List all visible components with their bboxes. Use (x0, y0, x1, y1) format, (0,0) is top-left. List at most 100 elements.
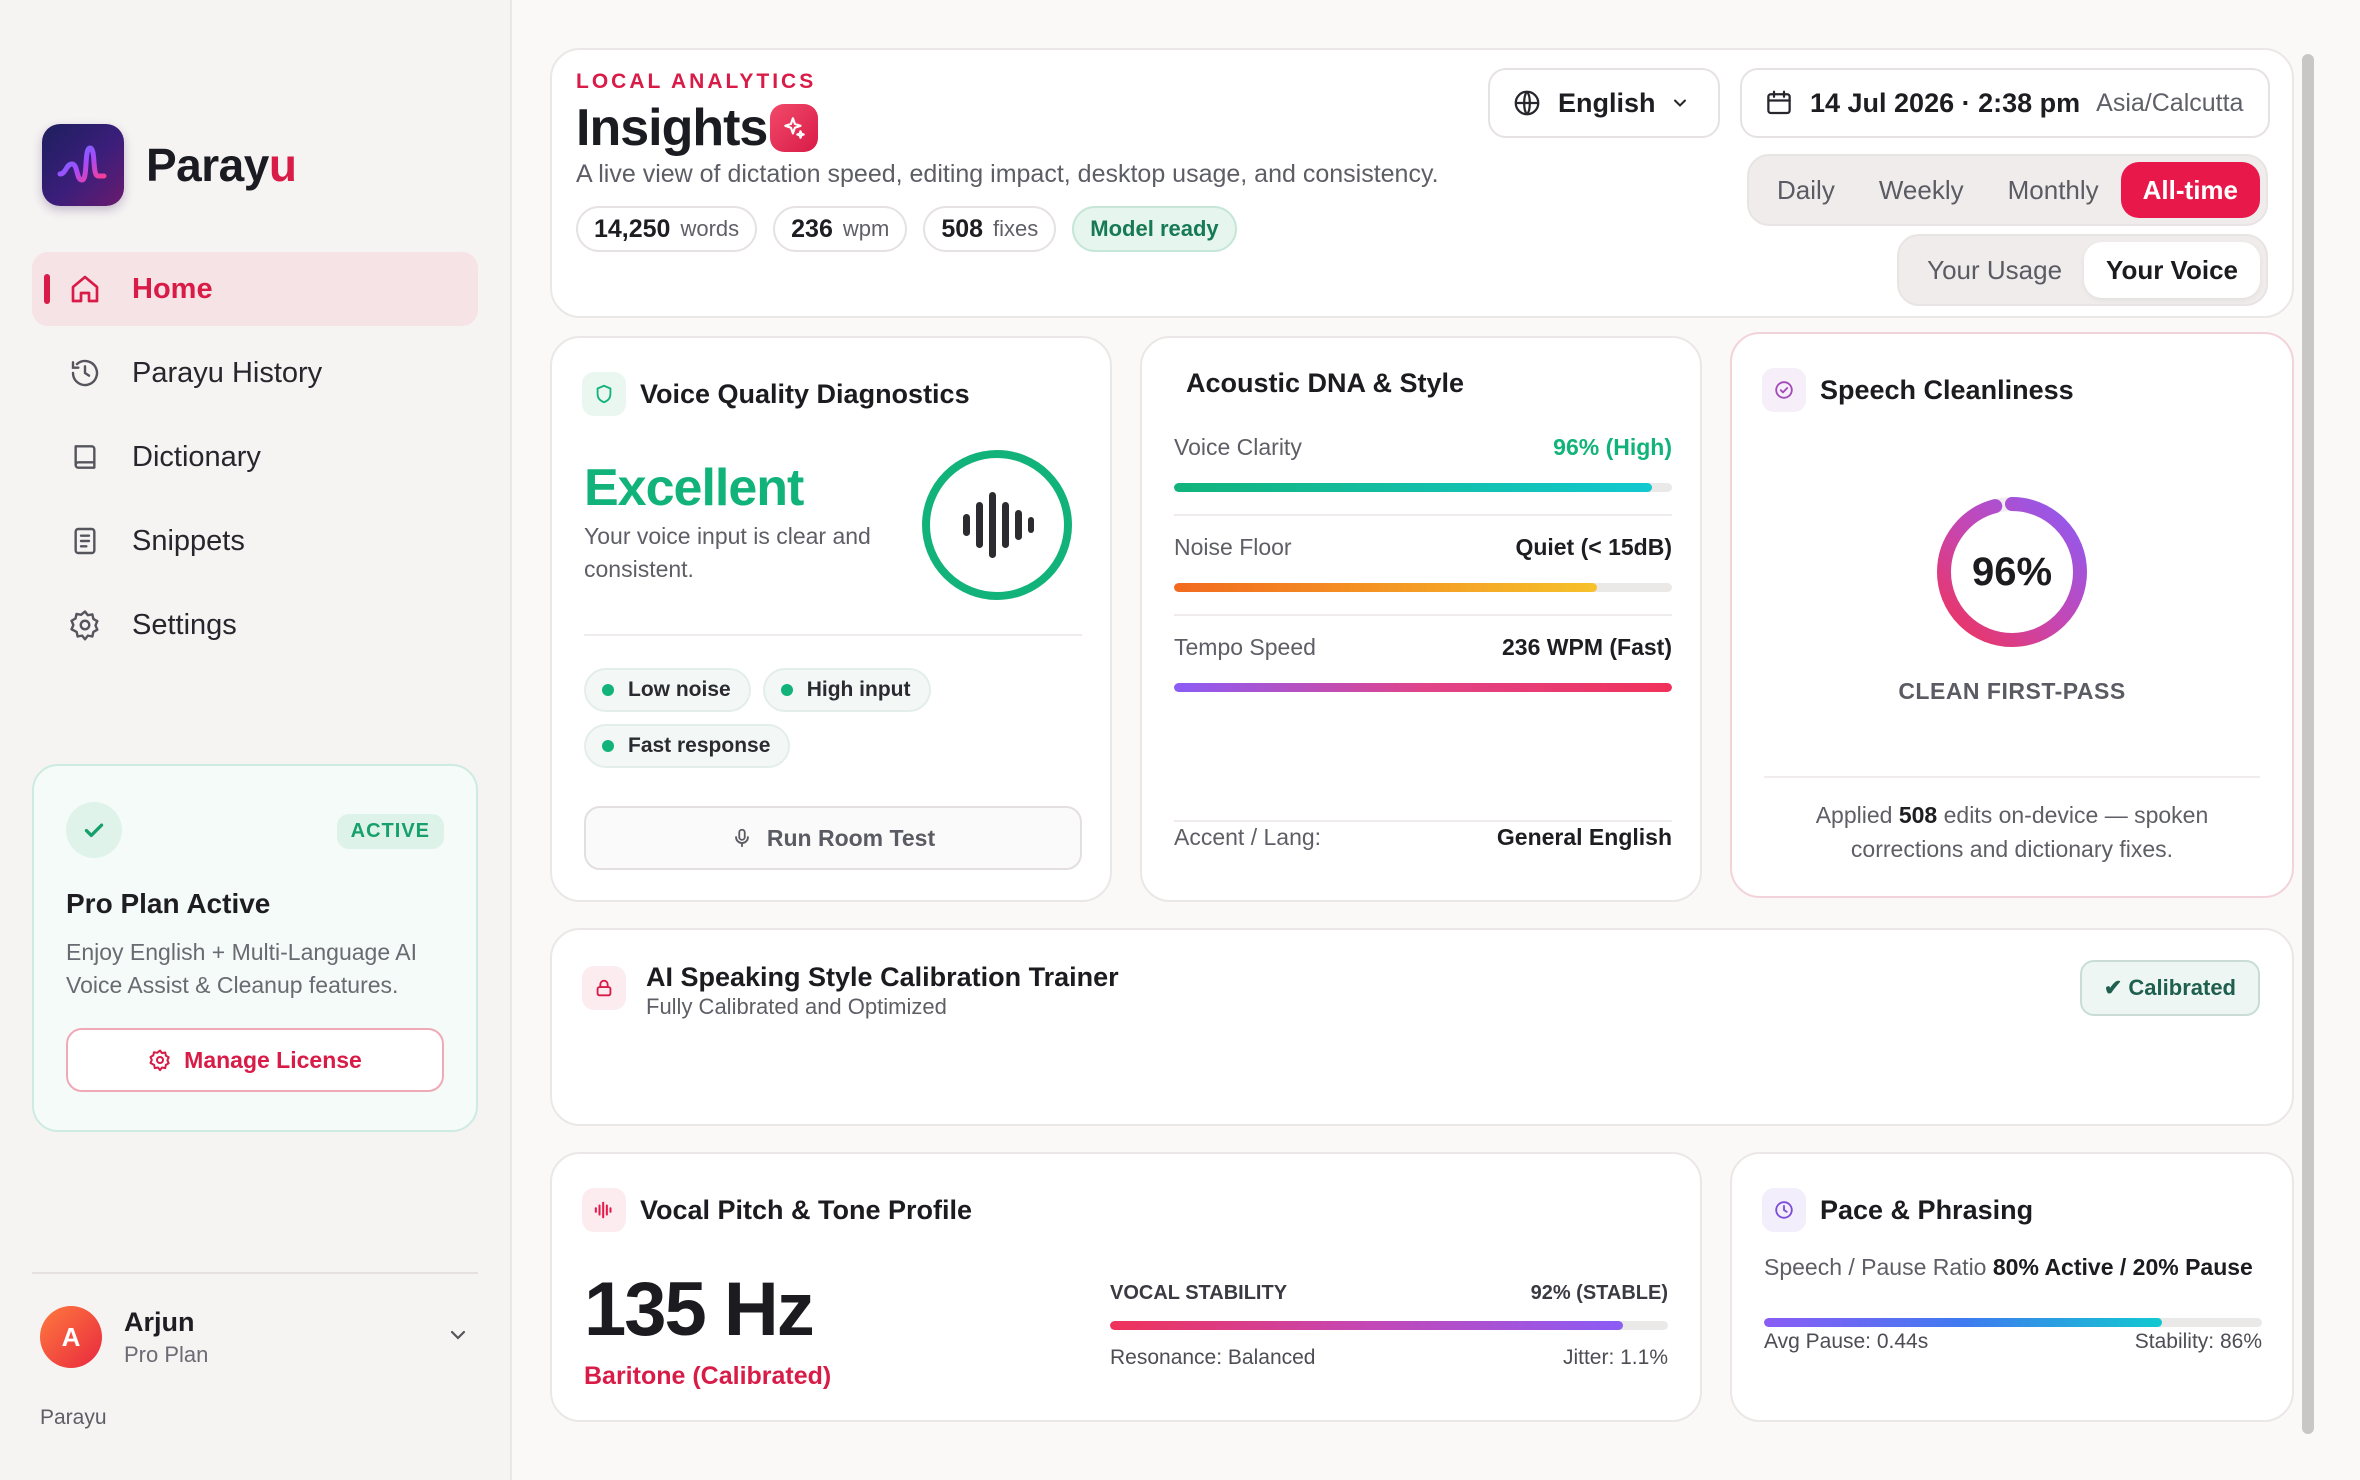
divider (584, 634, 1082, 636)
check-circle-icon (1762, 368, 1806, 412)
waveform-icon (922, 450, 1072, 600)
nav-item-history[interactable]: Parayu History (32, 336, 478, 410)
stat-chip-fixes: 508 fixes (923, 206, 1057, 252)
run-room-test-button[interactable]: Run Room Test (584, 806, 1082, 870)
stability-bar (1110, 1321, 1668, 1330)
quality-rating: Excellent (584, 459, 804, 517)
acoustic-dna-card: Acoustic DNA & Style Voice Clarity 96% (H… (1140, 336, 1702, 902)
gear-icon (68, 608, 102, 642)
metric-voice-clarity: Voice Clarity 96% (High) (1174, 434, 1672, 516)
plan-card: ACTIVE Pro Plan Active Enjoy English + M… (32, 764, 478, 1132)
period-daily[interactable]: Daily (1755, 162, 1857, 218)
globe-icon (1512, 88, 1542, 118)
nav-label: Parayu History (132, 356, 323, 389)
insights-header: LOCAL ANALYTICS Insights A live view of … (550, 48, 2294, 318)
vocal-stability: VOCAL STABILITY 92% (STABLE) Resonance: B… (1110, 1282, 1668, 1369)
view-switcher: Your Usage Your Voice (1897, 234, 2268, 306)
metric-tempo-speed: Tempo Speed 236 WPM (Fast) (1174, 634, 1672, 692)
cleanliness-description: Applied 508 edits on-device — spoken cor… (1815, 802, 2209, 862)
audio-bars-icon (582, 1188, 626, 1232)
nav-item-home[interactable]: Home (32, 252, 478, 326)
tempo-speed-bar (1174, 683, 1672, 692)
pitch-frequency: 135 Hz (584, 1267, 815, 1352)
user-name: Arjun (124, 1306, 195, 1337)
eyebrow: LOCAL ANALYTICS (576, 70, 817, 93)
view-your-usage[interactable]: Your Usage (1905, 242, 2084, 298)
gear-icon (148, 1048, 172, 1072)
period-monthly[interactable]: Monthly (1986, 162, 2121, 218)
accent-row: Accent / Lang: General English (1174, 824, 1672, 850)
quality-tags: Low noise High input Fast response (584, 668, 1004, 780)
model-status-chip: Model ready (1072, 206, 1237, 252)
stat-chip-wpm: 236 wpm (773, 206, 908, 252)
pace-phrasing-card: Pace & Phrasing Speech / Pause Ratio 80%… (1730, 1152, 2294, 1422)
period-switcher: Daily Weekly Monthly All-time (1747, 154, 2268, 226)
home-icon (68, 272, 102, 306)
pitch-type: Baritone (Calibrated) (584, 1362, 832, 1390)
period-all-time[interactable]: All-time (2120, 162, 2260, 218)
datetime-value: 14 Jul 2026 · 2:38 pm (1810, 87, 2081, 118)
microphone-icon (731, 826, 753, 850)
view-your-voice[interactable]: Your Voice (2084, 242, 2260, 298)
card-title: Vocal Pitch & Tone Profile (640, 1194, 973, 1225)
card-title: Voice Quality Diagnostics (640, 378, 970, 409)
history-icon (68, 356, 102, 390)
nav-item-settings[interactable]: Settings (32, 588, 478, 662)
divider (1174, 820, 1672, 822)
stat-chips: 14,250 words 236 wpm 508 fixes Model ready (576, 206, 1253, 252)
divider (32, 1272, 478, 1274)
date-time-picker[interactable]: 14 Jul 2026 · 2:38 pm Asia/Calcutta (1740, 68, 2270, 138)
brand[interactable]: Parayu (42, 124, 297, 206)
language-select[interactable]: English (1488, 68, 1720, 138)
footer-brand: Parayu (40, 1406, 107, 1429)
cleanliness-percent: 96% (1971, 549, 2053, 594)
card-title: Speech Cleanliness (1820, 374, 2074, 405)
voice-quality-card: Voice Quality Diagnostics Excellent Your… (550, 336, 1112, 902)
plan-status-badge: ACTIVE (336, 814, 444, 849)
sidebar: Parayu Home Parayu History Dictionary Sn… (0, 0, 512, 1480)
timezone-value: Asia/Calcutta (2096, 88, 2244, 117)
metric-noise-floor: Noise Floor Quiet (< 15dB) (1174, 534, 1672, 616)
plan-description: Enjoy English + Multi-Language AI Voice … (66, 939, 417, 998)
plan-title: Pro Plan Active (66, 888, 271, 919)
brand-name: Parayu (146, 139, 297, 191)
pace-ratio-bar (1764, 1318, 2262, 1327)
quality-description: Your voice input is clear and consistent… (584, 523, 871, 582)
card-title: Pace & Phrasing (1820, 1194, 2034, 1225)
page-subtitle: A live view of dictation speed, editing … (576, 160, 1439, 188)
avatar: A (40, 1306, 102, 1368)
nav-label: Settings (132, 608, 237, 641)
user-plan: Pro Plan (124, 1341, 209, 1367)
manage-license-button[interactable]: Manage License (66, 1028, 444, 1092)
tag-fast-response: Fast response (584, 724, 791, 768)
calibration-trainer-card: AI Speaking Style Calibration Trainer Fu… (550, 928, 2294, 1126)
language-value: English (1558, 87, 1656, 118)
nav-label: Home (132, 272, 213, 305)
scrollbar[interactable] (2302, 54, 2314, 1434)
vocal-pitch-card: Vocal Pitch & Tone Profile 135 Hz Barito… (550, 1152, 1702, 1422)
noise-floor-bar (1174, 583, 1672, 592)
nav-item-dictionary[interactable]: Dictionary (32, 420, 478, 494)
voice-clarity-bar (1174, 483, 1672, 492)
card-title: AI Speaking Style Calibration Trainer (646, 962, 1119, 992)
nav-label: Dictionary (132, 440, 261, 473)
page-title: Insights (576, 99, 768, 157)
stat-chip-words: 14,250 words (576, 206, 758, 252)
divider (1764, 776, 2260, 778)
card-subtitle: Fully Calibrated and Optimized (646, 994, 947, 1019)
chevron-down-icon[interactable] (446, 1323, 470, 1352)
cleanliness-caption: CLEAN FIRST-PASS (1898, 678, 2126, 704)
parayu-logo (42, 124, 124, 206)
book-icon (68, 440, 102, 474)
period-weekly[interactable]: Weekly (1857, 162, 1986, 218)
nav-item-snippets[interactable]: Snippets (32, 504, 478, 578)
pace-footer: Avg Pause: 0.44s Stability: 86% (1764, 1330, 2262, 1353)
calendar-icon (1764, 88, 1794, 118)
manage-license-label: Manage License (184, 1046, 362, 1073)
calibrated-badge: ✔ Calibrated (2079, 960, 2260, 1016)
clock-icon (1762, 1188, 1806, 1232)
user-menu[interactable]: A Arjun Pro Plan (40, 1306, 470, 1368)
run-room-test-label: Run Room Test (766, 824, 936, 851)
card-title: Acoustic DNA & Style (1186, 368, 1465, 398)
lock-icon (582, 966, 626, 1010)
